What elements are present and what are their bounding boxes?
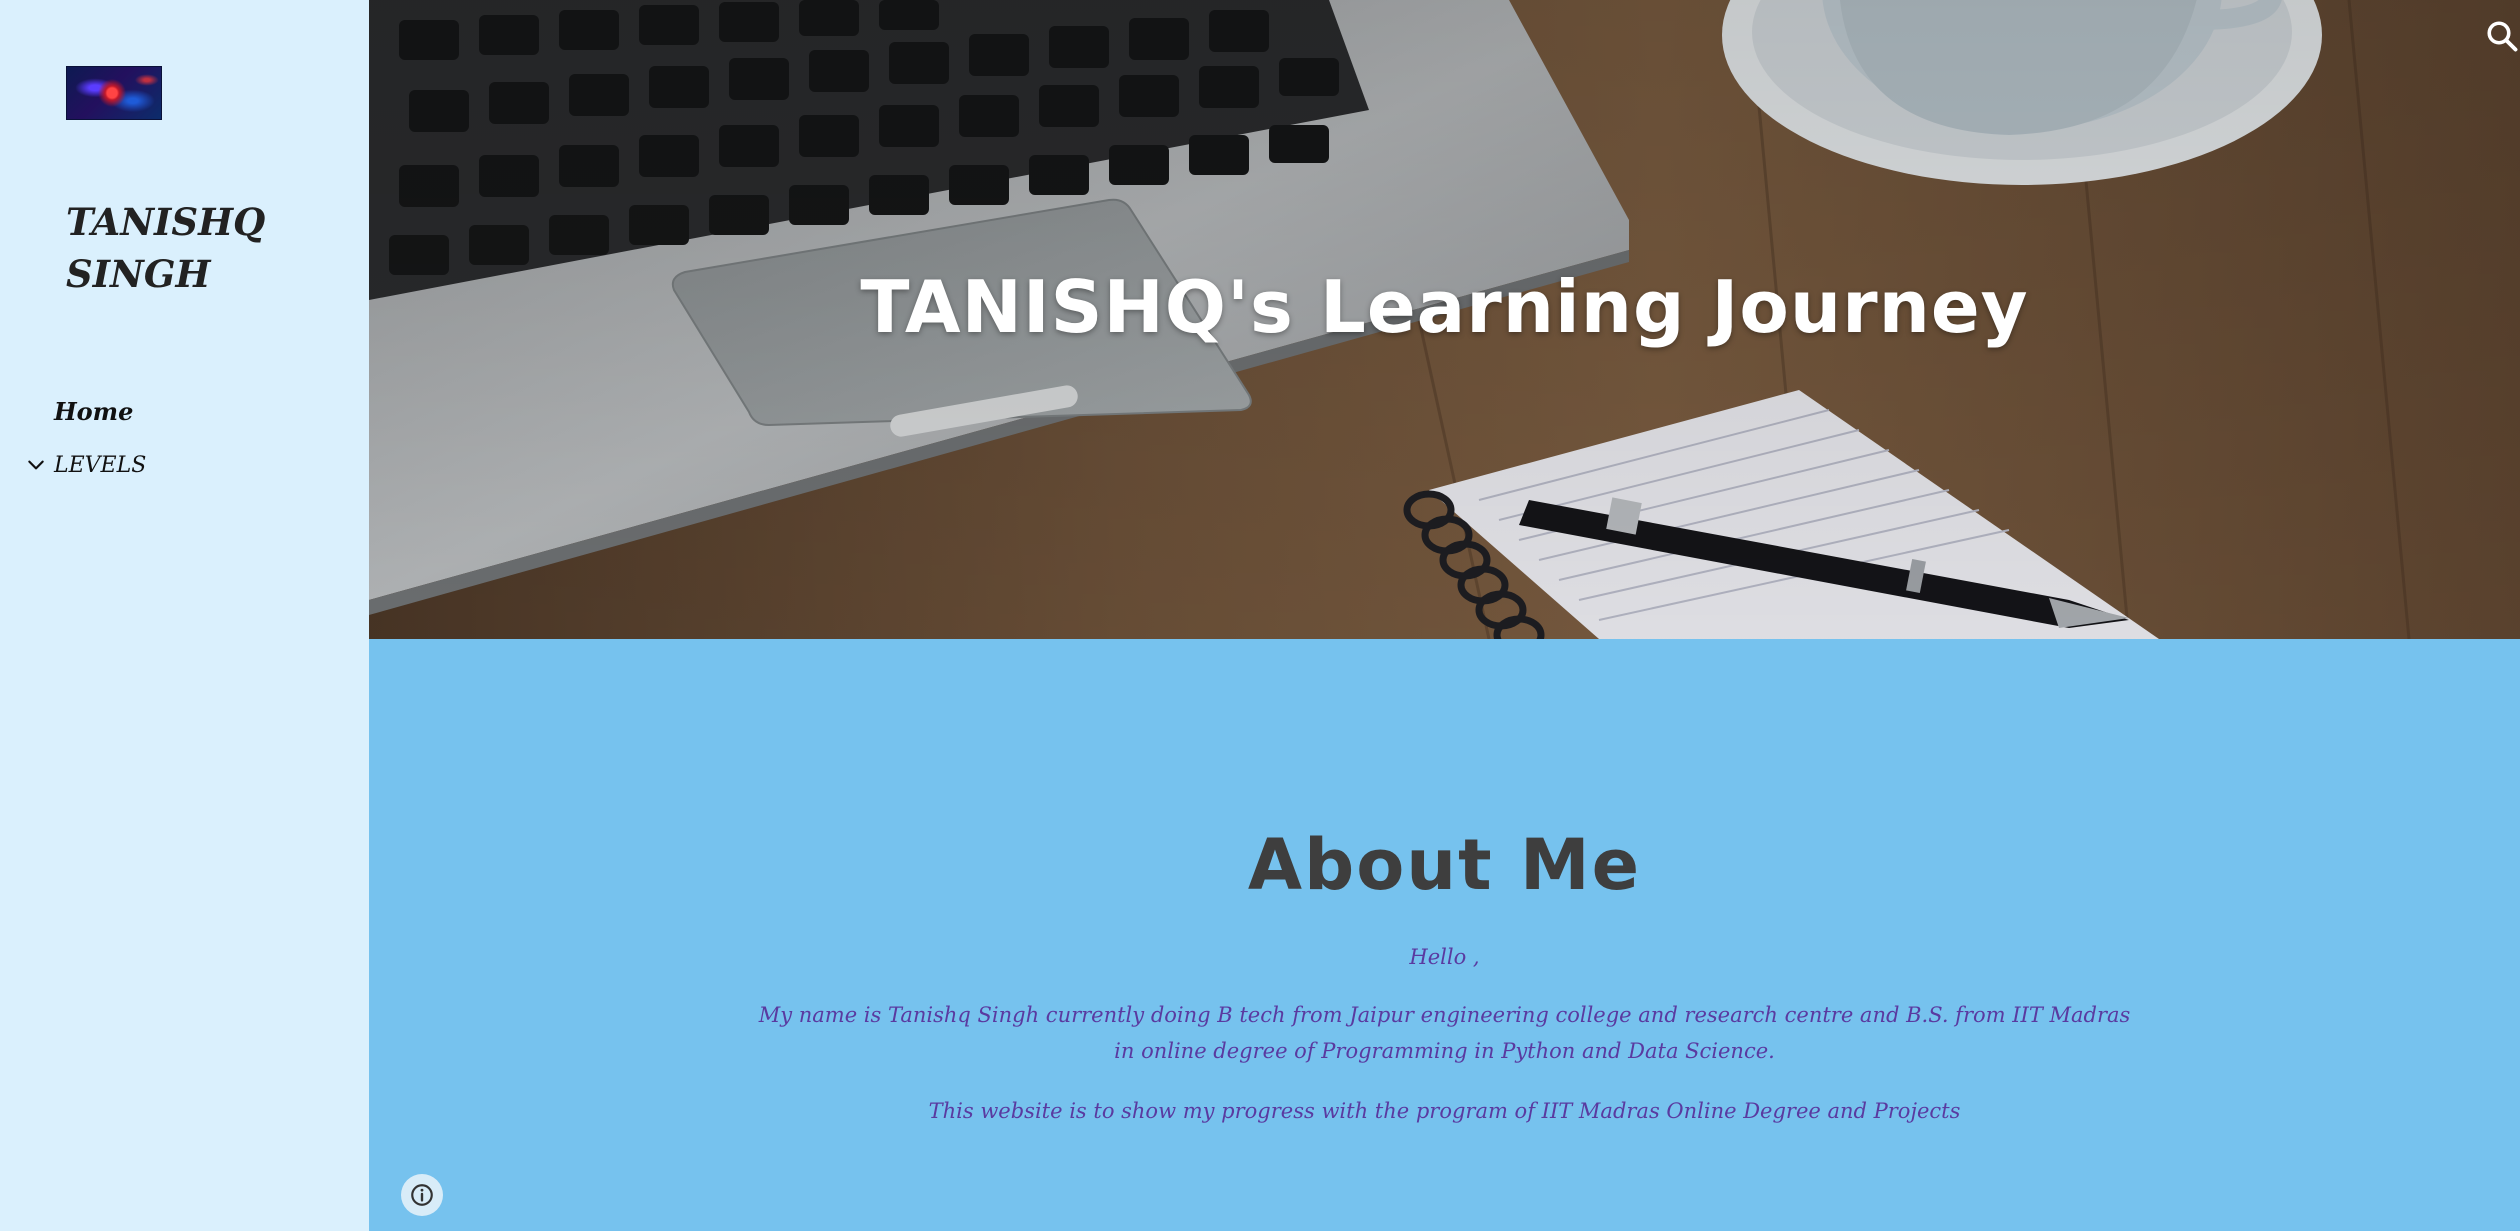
sidebar-item-label: Home — [54, 396, 134, 426]
purpose-paragraph: This website is to show my progress with… — [928, 1099, 1961, 1123]
sidebar-item-label: LEVELS — [54, 452, 147, 478]
sidebar: TANISHQ SINGH Home LEVELS — [0, 0, 369, 1231]
about-section: About Me Hello , My name is Tanishq Sing… — [369, 639, 2520, 1231]
sidebar-item-home[interactable]: Home — [0, 384, 369, 438]
search-icon[interactable] — [2484, 18, 2520, 54]
sidebar-item-levels[interactable]: LEVELS — [0, 438, 369, 492]
about-title: About Me — [1247, 824, 1642, 906]
hero-banner: TANISHQ's Learning Journey — [369, 0, 2520, 639]
site-info-button[interactable] — [401, 1174, 443, 1216]
site-name[interactable]: TANISHQ SINGH — [66, 196, 326, 300]
site-logo[interactable] — [66, 66, 162, 120]
chevron-down-icon[interactable] — [26, 455, 46, 475]
hero-title: TANISHQ's Learning Journey — [860, 265, 2029, 349]
info-icon — [411, 1184, 433, 1206]
greeting-text: Hello , — [1409, 945, 1480, 969]
intro-paragraph: My name is Tanishq Singh currently doing… — [758, 1003, 2131, 1063]
sidebar-nav: Home LEVELS — [0, 384, 369, 492]
